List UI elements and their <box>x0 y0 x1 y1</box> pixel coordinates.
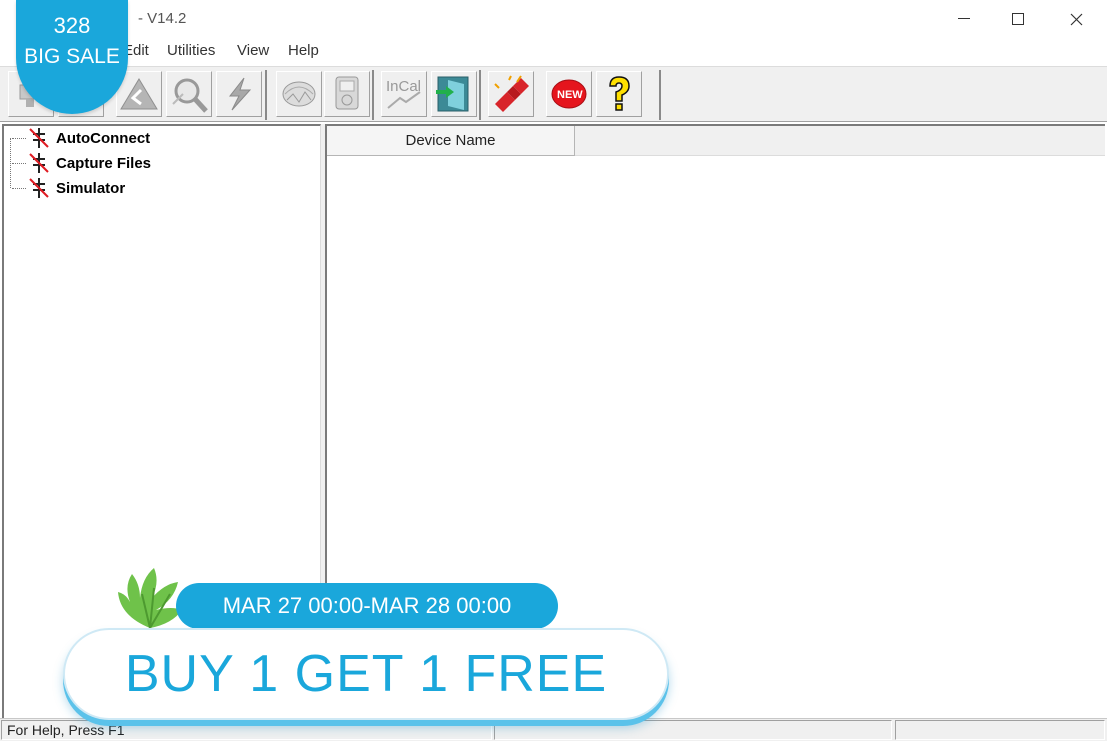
status-cell-3 <box>895 720 1105 740</box>
tree-dash <box>12 162 26 164</box>
lightning-button[interactable] <box>216 71 262 117</box>
meter-button[interactable] <box>324 71 370 117</box>
menu-utilities[interactable]: Utilities <box>167 42 215 59</box>
help-button[interactable] <box>596 71 642 117</box>
svg-text:NEW: NEW <box>557 89 583 101</box>
incal-icon: InCal <box>386 78 421 109</box>
sale-badge[interactable]: 328 BIG SALE <box>16 0 128 114</box>
triangle-icon <box>120 78 158 110</box>
status-bar: For Help, Press F1 <box>0 718 1107 741</box>
status-message: For Help, Press F1 <box>7 722 125 738</box>
help-icon <box>609 76 630 111</box>
close-button[interactable] <box>1047 0 1105 38</box>
sale-badge-text: BIG SALE <box>24 45 120 68</box>
tree-connector <box>10 138 11 188</box>
palm-leaf-icon <box>118 568 182 629</box>
tree-item-simulator[interactable]: Simulator <box>12 177 125 199</box>
tree-item-label: Simulator <box>56 179 126 197</box>
lightning-icon <box>228 77 252 111</box>
close-icon <box>1070 13 1082 25</box>
disconnected-plug-icon <box>28 127 50 149</box>
tape-button[interactable] <box>276 71 322 117</box>
column-header-device-name[interactable]: Device Name <box>327 126 575 156</box>
tree-item-label: Capture Files <box>56 154 152 172</box>
menu-help[interactable]: Help <box>288 42 319 59</box>
maximize-icon <box>1012 13 1024 25</box>
status-message-cell: For Help, Press F1 <box>1 720 492 740</box>
menu-view[interactable]: View <box>237 42 269 59</box>
search-device-icon <box>172 78 208 113</box>
minimize-icon <box>958 18 970 19</box>
tree-dash <box>12 187 26 189</box>
maximize-button[interactable] <box>989 0 1047 38</box>
minimize-button[interactable] <box>935 0 993 38</box>
exit-door-icon <box>436 76 469 112</box>
toolbar: InCal NEW <box>0 66 1107 122</box>
menu-bar: Edit Utilities View Help <box>0 38 1107 64</box>
promo-headline-button[interactable]: BUY 1 GET 1 FREE <box>63 628 669 720</box>
new-icon: NEW <box>551 79 587 109</box>
window-title: - V14.2 <box>138 10 187 27</box>
incal-button[interactable]: InCal <box>381 71 427 117</box>
tree-item-label: AutoConnect <box>56 129 151 147</box>
tape-icon <box>282 81 316 107</box>
list-header: Device Name <box>327 126 1105 156</box>
connect-icon <box>494 75 529 112</box>
sale-badge-number: 328 <box>53 13 91 38</box>
title-bar: - V14.2 <box>0 0 1107 38</box>
new-button[interactable]: NEW <box>546 71 592 117</box>
tree-dash <box>12 137 26 139</box>
connect-button[interactable] <box>488 71 534 117</box>
promo-date-range[interactable]: MAR 27 00:00-MAR 28 00:00 <box>176 583 558 629</box>
search-device-button[interactable] <box>166 71 212 117</box>
tree-item-capture-files[interactable]: Capture Files <box>12 152 151 174</box>
exit-button[interactable] <box>431 71 477 117</box>
status-cell-2 <box>494 720 892 740</box>
disconnected-plug-icon <box>28 152 50 174</box>
svg-text:InCal: InCal <box>386 78 421 95</box>
tree-item-autoconnect[interactable]: AutoConnect <box>12 127 150 149</box>
disconnected-plug-icon <box>28 177 50 199</box>
meter-icon <box>335 76 359 110</box>
